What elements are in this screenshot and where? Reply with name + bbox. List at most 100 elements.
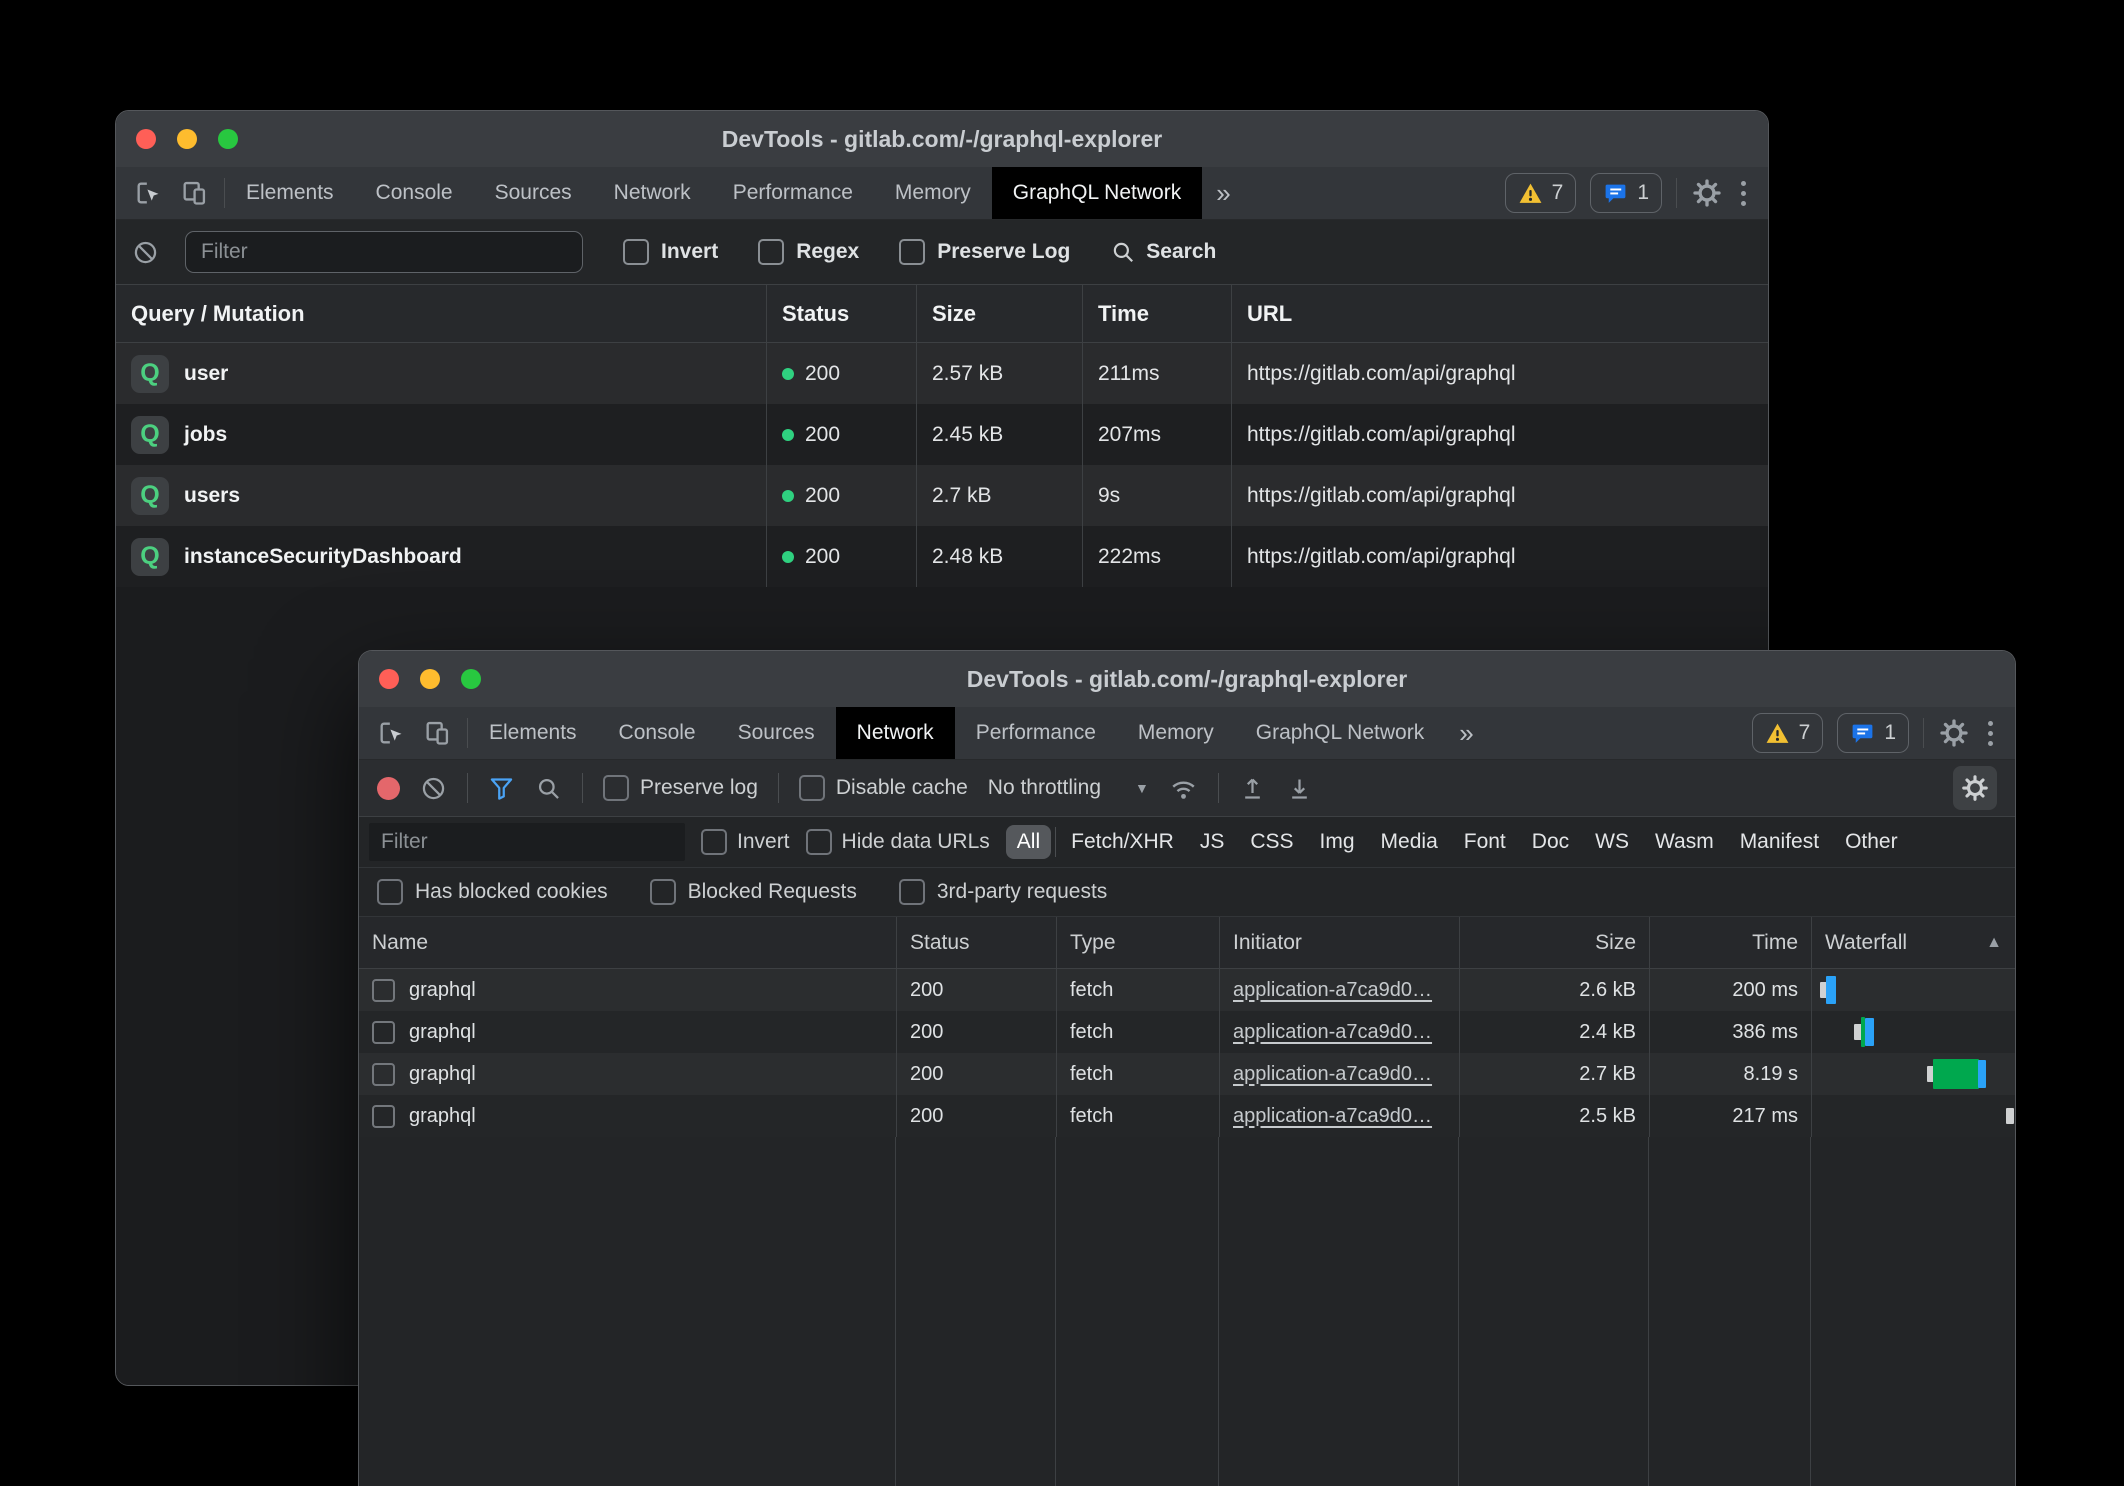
row-checkbox[interactable]: [372, 1105, 395, 1128]
initiator-link[interactable]: application-a7ca9d0…: [1233, 1063, 1432, 1086]
network-conditions-icon[interactable]: [1169, 774, 1198, 803]
tab-sources[interactable]: Sources: [717, 707, 836, 759]
zoom-button[interactable]: [218, 129, 238, 149]
column-divider[interactable]: [1458, 1137, 1459, 1486]
column-header-url[interactable]: URL: [1231, 285, 1768, 342]
network-request-row[interactable]: graphql 200 fetch application-a7ca9d0… 2…: [359, 969, 2015, 1011]
inspect-element-icon[interactable]: [377, 719, 405, 747]
filter-chip-media[interactable]: Media: [1370, 825, 1449, 859]
device-toolbar-icon[interactable]: [180, 179, 208, 207]
network-request-row[interactable]: graphql 200 fetch application-a7ca9d0… 2…: [359, 1095, 2015, 1137]
tab-network[interactable]: Network: [593, 167, 712, 219]
minimize-button[interactable]: [177, 129, 197, 149]
column-divider[interactable]: [1055, 1137, 1056, 1486]
hide-data-urls-checkbox[interactable]: [806, 829, 832, 855]
network-settings-button[interactable]: [1953, 766, 1997, 810]
column-header-status[interactable]: Status: [766, 285, 916, 342]
network-request-row[interactable]: graphql 200 fetch application-a7ca9d0… 2…: [359, 1011, 2015, 1053]
filter-chip-other[interactable]: Other: [1834, 825, 1909, 859]
issues-badge[interactable]: 1: [1837, 713, 1909, 753]
column-divider[interactable]: [1218, 1137, 1219, 1486]
regex-checkbox[interactable]: [758, 239, 784, 265]
row-checkbox[interactable]: [372, 1021, 395, 1044]
column-header-waterfall[interactable]: Waterfall ▲: [1811, 917, 2015, 968]
issues-badge[interactable]: 1: [1590, 173, 1662, 213]
menu-dots-icon[interactable]: [1737, 177, 1750, 210]
initiator-link[interactable]: application-a7ca9d0…: [1233, 1021, 1432, 1044]
warnings-badge[interactable]: 7: [1505, 173, 1577, 213]
filter-chip-doc[interactable]: Doc: [1521, 825, 1580, 859]
column-header-time[interactable]: Time: [1649, 917, 1811, 968]
titlebar[interactable]: DevTools - gitlab.com/-/graphql-explorer: [116, 111, 1768, 167]
column-header-initiator[interactable]: Initiator: [1219, 917, 1459, 968]
filter-chip-ws[interactable]: WS: [1584, 825, 1640, 859]
tab-elements[interactable]: Elements: [468, 707, 598, 759]
tab-graphql-network[interactable]: GraphQL Network: [1235, 707, 1445, 759]
column-header-size[interactable]: Size: [1459, 917, 1649, 968]
titlebar[interactable]: DevTools - gitlab.com/-/graphql-explorer: [359, 651, 2015, 707]
menu-dots-icon[interactable]: [1984, 717, 1997, 750]
column-divider[interactable]: [1648, 1137, 1649, 1486]
column-divider[interactable]: [1810, 1137, 1811, 1486]
settings-gear-icon[interactable]: [1691, 177, 1723, 209]
tab-elements[interactable]: Elements: [225, 167, 355, 219]
network-request-row[interactable]: graphql 200 fetch application-a7ca9d0… 2…: [359, 1053, 2015, 1095]
row-checkbox[interactable]: [372, 979, 395, 1002]
column-header-time[interactable]: Time: [1082, 285, 1231, 342]
filter-input[interactable]: [185, 231, 583, 273]
column-header-status[interactable]: Status: [896, 917, 1056, 968]
inspect-element-icon[interactable]: [134, 179, 162, 207]
tab-console[interactable]: Console: [598, 707, 717, 759]
column-header-size[interactable]: Size: [916, 285, 1082, 342]
export-har-icon[interactable]: [1239, 775, 1266, 802]
close-button[interactable]: [379, 669, 399, 689]
third-party-requests-checkbox[interactable]: [899, 879, 925, 905]
tab-network[interactable]: Network: [836, 707, 955, 759]
table-row[interactable]: Q user 200 2.57 kB 211ms https://gitlab.…: [116, 343, 1768, 404]
invert-checkbox[interactable]: [701, 829, 727, 855]
disable-cache-checkbox[interactable]: [799, 775, 825, 801]
preserve-log-checkbox[interactable]: [603, 775, 629, 801]
preserve-log-checkbox[interactable]: [899, 239, 925, 265]
close-button[interactable]: [136, 129, 156, 149]
column-header-type[interactable]: Type: [1056, 917, 1219, 968]
tab-memory[interactable]: Memory: [874, 167, 992, 219]
table-row[interactable]: Q instanceSecurityDashboard 200 2.48 kB …: [116, 526, 1768, 587]
table-row[interactable]: Q jobs 200 2.45 kB 207ms https://gitlab.…: [116, 404, 1768, 465]
filter-chip-font[interactable]: Font: [1453, 825, 1517, 859]
settings-gear-icon[interactable]: [1938, 717, 1970, 749]
filter-chip-img[interactable]: Img: [1309, 825, 1366, 859]
tab-sources[interactable]: Sources: [474, 167, 593, 219]
filter-chip-css[interactable]: CSS: [1239, 825, 1304, 859]
filter-funnel-icon[interactable]: [488, 775, 515, 802]
tab-console[interactable]: Console: [355, 167, 474, 219]
throttling-select[interactable]: No throttling ▼: [988, 776, 1149, 800]
filter-chip-js[interactable]: JS: [1189, 825, 1236, 859]
column-divider[interactable]: [895, 1137, 896, 1486]
column-header-name[interactable]: Name: [359, 917, 896, 968]
clear-icon[interactable]: [132, 239, 159, 266]
filter-chip-manifest[interactable]: Manifest: [1729, 825, 1830, 859]
initiator-link[interactable]: application-a7ca9d0…: [1233, 979, 1432, 1002]
network-filter-input[interactable]: [369, 823, 685, 861]
has-blocked-cookies-checkbox[interactable]: [377, 879, 403, 905]
more-tabs-icon[interactable]: »: [1202, 167, 1244, 219]
clear-icon[interactable]: [420, 775, 447, 802]
filter-chip-fetch-xhr[interactable]: Fetch/XHR: [1060, 825, 1185, 859]
import-har-icon[interactable]: [1286, 775, 1313, 802]
filter-chip-wasm[interactable]: Wasm: [1644, 825, 1725, 859]
column-header-query-mutation[interactable]: Query / Mutation: [116, 285, 766, 342]
row-checkbox[interactable]: [372, 1063, 395, 1086]
tab-graphql-network[interactable]: GraphQL Network: [992, 167, 1202, 219]
table-row[interactable]: Q users 200 2.7 kB 9s https://gitlab.com…: [116, 465, 1768, 526]
invert-checkbox[interactable]: [623, 239, 649, 265]
blocked-requests-checkbox[interactable]: [650, 879, 676, 905]
more-tabs-icon[interactable]: »: [1445, 707, 1487, 759]
minimize-button[interactable]: [420, 669, 440, 689]
tab-performance[interactable]: Performance: [955, 707, 1117, 759]
search-icon[interactable]: [535, 775, 562, 802]
warnings-badge[interactable]: 7: [1752, 713, 1824, 753]
device-toolbar-icon[interactable]: [423, 719, 451, 747]
initiator-link[interactable]: application-a7ca9d0…: [1233, 1105, 1432, 1128]
filter-chip-all[interactable]: All: [1006, 825, 1051, 859]
